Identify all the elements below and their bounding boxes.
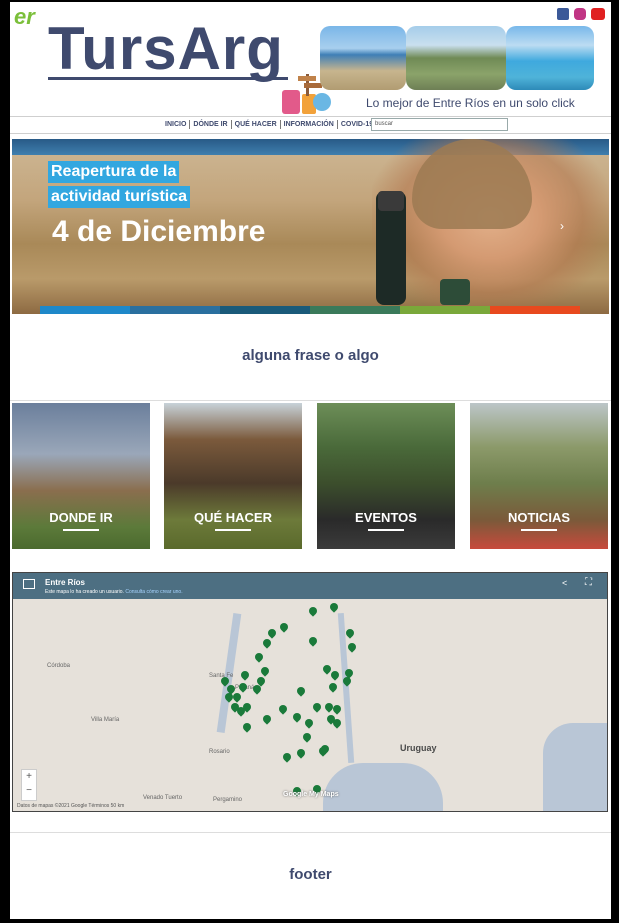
- map-marker-icon[interactable]: [346, 641, 358, 653]
- facebook-icon[interactable]: [557, 8, 569, 20]
- zoom-controls: + −: [21, 769, 37, 801]
- google-my-maps-logo: Google My Maps: [283, 791, 339, 798]
- country-label: Uruguay: [400, 743, 437, 753]
- map-notice: Este mapa lo ha creado un usuario. Consu…: [45, 589, 183, 595]
- city-label: Córdoba: [47, 663, 71, 669]
- city-label: Rosario: [209, 749, 230, 755]
- stripe-segment: [40, 306, 130, 314]
- map-marker-icon[interactable]: [277, 703, 289, 715]
- map-notice-link[interactable]: Consulta cómo crear uno.: [125, 589, 182, 595]
- map-marker-icon[interactable]: [266, 627, 278, 639]
- card-que-hacer[interactable]: QUÉ HACER: [164, 403, 302, 549]
- hero-date: 4 de Diciembre: [52, 215, 266, 248]
- atlantic-ocean: [543, 723, 607, 811]
- map-marker-icon[interactable]: [278, 621, 290, 633]
- map-marker-icon[interactable]: [307, 635, 319, 647]
- hero-headline-line2: actividad turística: [48, 186, 191, 208]
- card-label: EVENTOS: [355, 510, 417, 525]
- map-marker-icon[interactable]: [291, 711, 303, 723]
- map-title[interactable]: Entre Ríos: [45, 578, 85, 587]
- card-label: NOTICIAS: [507, 510, 571, 525]
- card-underline: [521, 529, 557, 531]
- map-marker-icon[interactable]: [344, 627, 356, 639]
- map-marker-icon[interactable]: [301, 731, 313, 743]
- map-marker-icon[interactable]: [295, 685, 307, 697]
- phrase-text: alguna frase o algo: [242, 347, 379, 364]
- brand-title[interactable]: TursArg: [48, 16, 284, 82]
- footer-section: footer: [10, 832, 611, 919]
- thermos-cap: [378, 191, 404, 211]
- map-marker-icon[interactable]: [253, 651, 265, 663]
- rio-de-la-plata: [323, 763, 443, 811]
- card-underline: [63, 529, 99, 531]
- map-marker-icon[interactable]: [327, 681, 339, 693]
- city-label: Pergamino: [213, 797, 243, 803]
- footer-text: footer: [289, 866, 332, 883]
- city-label: Venado Tuerto: [143, 795, 183, 801]
- card-eventos[interactable]: EVENTOS: [317, 403, 455, 549]
- map-marker-icon[interactable]: [307, 605, 319, 617]
- stripe-segment: [220, 306, 310, 314]
- map-marker-icon[interactable]: [328, 601, 340, 613]
- header-photo-park: [406, 26, 506, 90]
- zoom-in-button[interactable]: +: [22, 770, 36, 784]
- youtube-icon[interactable]: [591, 8, 605, 20]
- card-donde-ir[interactable]: DONDE IR: [12, 403, 150, 549]
- map-marker-icon[interactable]: [231, 691, 243, 703]
- map-marker-icon[interactable]: [261, 637, 273, 649]
- card-underline: [368, 529, 404, 531]
- map-marker-icon[interactable]: [239, 669, 251, 681]
- fullscreen-icon[interactable]: ⛶: [585, 577, 592, 588]
- card-label: QUÉ HACER: [193, 510, 272, 525]
- map-marker-icon[interactable]: [259, 665, 271, 677]
- map-marker-icon[interactable]: [311, 701, 323, 713]
- city-label: Villa María: [91, 717, 120, 723]
- nav-item-informacion[interactable]: INFORMACIÓN: [281, 120, 338, 129]
- card-underline: [215, 529, 251, 531]
- card-label: DONDE IR: [49, 510, 113, 525]
- logo-text: er: [14, 4, 35, 29]
- map-marker-icon[interactable]: [329, 669, 341, 681]
- map-marker-icon[interactable]: [241, 721, 253, 733]
- nav-item-que-hacer[interactable]: QUÉ HACER: [232, 120, 281, 129]
- hero-color-stripe: [40, 306, 580, 314]
- carousel-next-icon[interactable]: ›: [560, 219, 564, 233]
- map-marker-icon[interactable]: [295, 747, 307, 759]
- map-header: Entre Ríos Este mapa lo ha creado un usu…: [13, 573, 607, 599]
- main-nav: INICIO DÓNDE IR QUÉ HACER INFORMACIÓN CO…: [10, 116, 611, 134]
- brand-underline: [48, 77, 288, 80]
- header-photo-beach: [320, 26, 406, 90]
- stripe-segment: [310, 306, 400, 314]
- hero-headline-line1: Reapertura de la: [48, 161, 180, 183]
- mate-cup-image: [440, 279, 470, 305]
- map-attribution[interactable]: Datos de mapas ©2021 Google Términos 50 …: [17, 803, 124, 809]
- nav-items: INICIO DÓNDE IR QUÉ HACER INFORMACIÓN CO…: [162, 120, 376, 129]
- instagram-icon[interactable]: [574, 8, 586, 20]
- map-marker-icon[interactable]: [261, 713, 273, 725]
- map-marker-icon[interactable]: [303, 717, 315, 729]
- phrase-section: alguna frase o algo: [10, 320, 611, 401]
- hero-banner[interactable]: Reapertura de la actividad turística 4 d…: [12, 139, 609, 314]
- stripe-segment: [400, 306, 490, 314]
- map-notice-text: Este mapa lo ha creado un usuario.: [45, 589, 124, 595]
- nav-item-inicio[interactable]: INICIO: [162, 120, 191, 129]
- share-icon[interactable]: <: [562, 578, 567, 588]
- zoom-out-button[interactable]: −: [22, 784, 36, 798]
- stripe-segment: [490, 306, 580, 314]
- stripe-segment: [130, 306, 220, 314]
- card-noticias[interactable]: NOTICIAS: [470, 403, 608, 549]
- search-input[interactable]: buscar: [371, 118, 508, 131]
- nav-item-donde-ir[interactable]: DÓNDE IR: [190, 120, 232, 129]
- map-marker-icon[interactable]: [281, 751, 293, 763]
- social-links: [557, 8, 605, 20]
- header-photo-pool: [506, 26, 594, 90]
- map-legend-icon[interactable]: [23, 579, 35, 589]
- embedded-map[interactable]: Córdoba Santa Fe Rosario Villa María Par…: [12, 572, 608, 812]
- entre-rios-logo[interactable]: er: [14, 4, 35, 30]
- page: er TursArg Lo mejor de Entre Ríos en un …: [10, 2, 611, 919]
- tagline: Lo mejor de Entre Ríos en un solo click: [366, 96, 575, 110]
